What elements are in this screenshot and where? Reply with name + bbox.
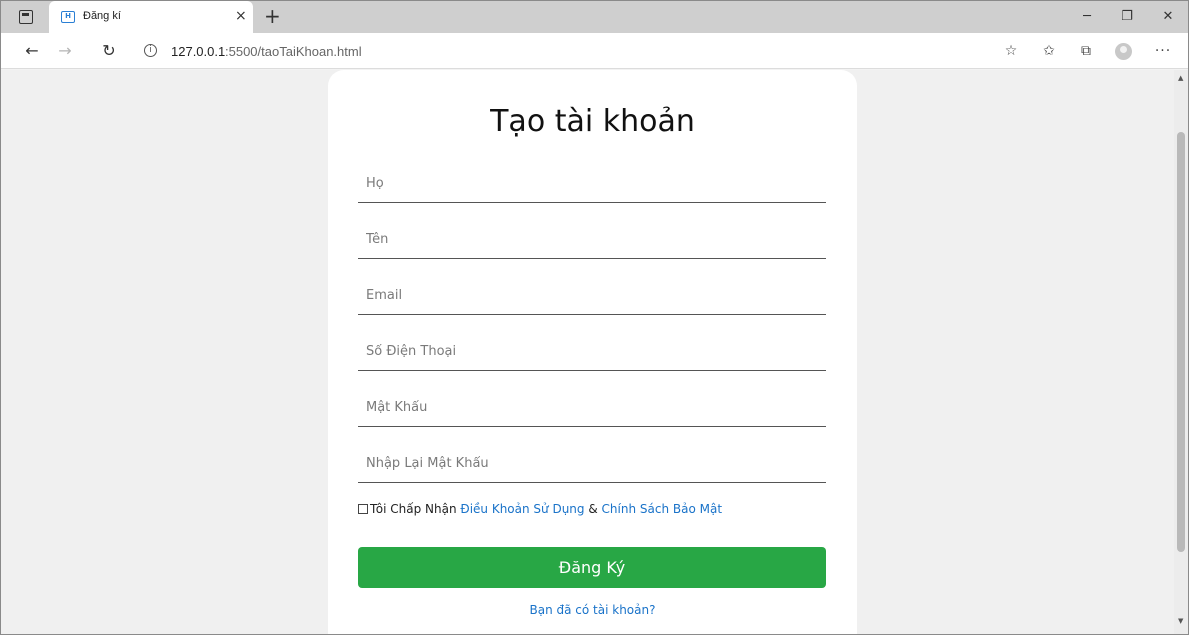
register-button[interactable]: Đăng Ký [358, 547, 826, 588]
terms-prefix: Tôi Chấp Nhận [370, 502, 457, 516]
email-input[interactable] [358, 281, 826, 309]
last-name-input[interactable] [358, 169, 826, 197]
tab-title: Đăng kí [83, 10, 121, 22]
new-tab-button[interactable]: + [264, 5, 281, 27]
scroll-thumb[interactable] [1177, 132, 1185, 552]
reload-icon[interactable]: ↻ [98, 40, 120, 62]
first-name-field [358, 219, 826, 259]
tab-strip: H Đăng kí × + ─ ❐ ✕ [1, 1, 1188, 33]
collections-icon[interactable]: ⧉ [1076, 41, 1096, 61]
tab-actions-icon[interactable] [19, 10, 33, 24]
password-input[interactable] [358, 393, 826, 421]
browser-window: H Đăng kí × + ─ ❐ ✕ ← → ↻ i 127.0.0.1 :5… [0, 0, 1189, 635]
terms-row: Tôi Chấp Nhận Điều Khoản Sử Dụng & Chính… [358, 502, 826, 516]
page-title: Tạo tài khoản [490, 104, 695, 139]
window-close-icon[interactable]: ✕ [1158, 7, 1178, 27]
scroll-up-icon[interactable]: ▲ [1178, 74, 1183, 82]
confirm-password-field [358, 443, 826, 483]
register-card: Tạo tài khoản Tôi Chấp Nhận Điều Khoả [328, 70, 857, 634]
phone-input[interactable] [358, 337, 826, 365]
html-icon: H [61, 11, 75, 23]
restore-icon[interactable]: ❐ [1117, 7, 1137, 27]
close-tab-icon[interactable]: × [235, 8, 247, 24]
profile-avatar[interactable] [1115, 43, 1132, 60]
first-name-input[interactable] [358, 225, 826, 253]
confirm-password-input[interactable] [358, 449, 826, 477]
page-viewport: Tạo tài khoản Tôi Chấp Nhận Điều Khoả [1, 70, 1174, 634]
favorites-icon[interactable]: ✩ [1039, 41, 1059, 61]
forward-icon[interactable]: → [54, 40, 76, 62]
have-account-link[interactable]: Bạn đã có tài khoản? [328, 603, 857, 617]
vertical-scrollbar[interactable]: ▲ ▼ [1174, 70, 1188, 634]
browser-toolbar: ← → ↻ i 127.0.0.1 :5500/taoTaiKhoan.html… [1, 33, 1188, 69]
more-icon[interactable]: ··· [1153, 41, 1173, 61]
back-icon[interactable]: ← [21, 40, 43, 62]
tab-active[interactable]: H Đăng kí × [49, 1, 253, 33]
terms-of-use-link[interactable]: Điều Khoản Sử Dụng [460, 502, 584, 516]
minimize-icon[interactable]: ─ [1077, 7, 1097, 27]
password-field [358, 387, 826, 427]
url-host: 127.0.0.1 [171, 44, 226, 59]
terms-joiner: & [588, 502, 598, 516]
url-path: :5500/taoTaiKhoan.html [225, 44, 362, 59]
add-favorite-icon[interactable]: ☆ [1001, 41, 1021, 61]
email-field [358, 275, 826, 315]
scroll-down-icon[interactable]: ▼ [1178, 617, 1183, 625]
terms-checkbox[interactable] [358, 504, 368, 514]
privacy-policy-link[interactable]: Chính Sách Bảo Mật [602, 502, 723, 516]
info-icon[interactable]: i [144, 44, 157, 57]
address-bar[interactable]: i 127.0.0.1 :5500/taoTaiKhoan.html [136, 38, 986, 64]
phone-field [358, 331, 826, 371]
last-name-field [358, 163, 826, 203]
